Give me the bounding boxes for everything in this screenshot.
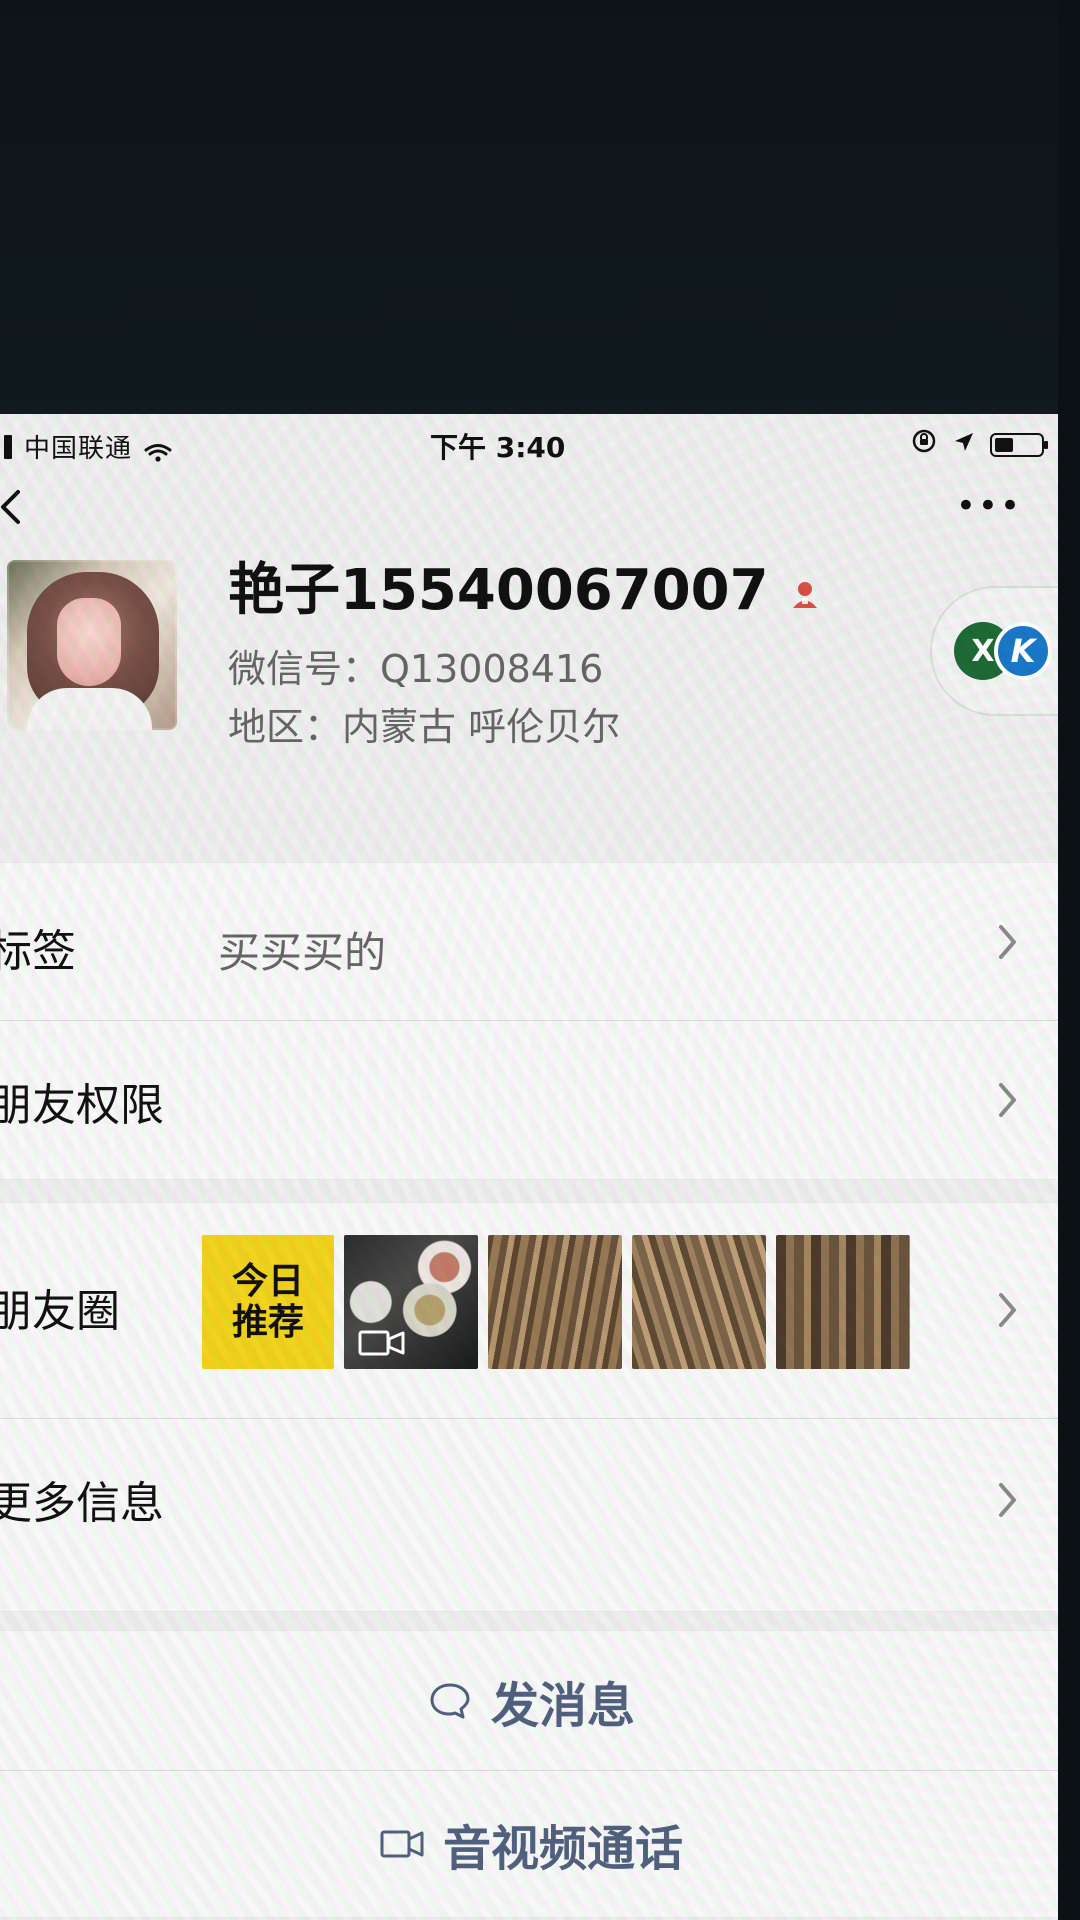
chat-bubble-icon: [427, 1678, 473, 1724]
time-label: 下午 3:40: [430, 431, 566, 464]
more-options-icon[interactable]: •••: [956, 486, 1022, 526]
wifi-icon: [144, 437, 172, 462]
avatar-face: [57, 598, 121, 686]
food-video-thumbnail[interactable]: [344, 1235, 478, 1369]
wood-pile-thumbnail-3[interactable]: [776, 1235, 910, 1369]
tags-row[interactable]: 标签 买买买的: [0, 863, 1062, 1021]
device-bezel-right: [1058, 0, 1080, 1920]
friend-permissions-label: 朋友权限: [0, 1080, 164, 1131]
signal-icon: [4, 434, 12, 459]
actions-card: 发消息 音视频通话: [0, 1630, 1062, 1918]
chevron-right-icon: [996, 1079, 1020, 1121]
chevron-right-icon: [996, 1289, 1020, 1331]
friend-permissions-row[interactable]: 朋友权限: [0, 1021, 1062, 1179]
more-info-row[interactable]: 更多信息: [0, 1419, 1062, 1611]
name-row: 艳子15540067007: [228, 560, 821, 622]
display-name: 艳子15540067007: [228, 558, 769, 623]
video-call-icon: [379, 1821, 425, 1867]
more-info-label: 更多信息: [0, 1478, 164, 1529]
tags-label: 标签: [0, 926, 76, 977]
location-arrow-icon: [952, 428, 976, 461]
moments-card: 朋友圈 今日 推荐 更多信息: [0, 1202, 1062, 1612]
chevron-right-icon: [996, 921, 1020, 963]
tags-value: 买买买的: [218, 928, 387, 977]
status-bar: 中国联通 下午 3:40: [0, 414, 1062, 472]
wechat-id: 微信号：Q13008416: [228, 647, 604, 691]
badge-k-icon: K: [994, 622, 1052, 680]
navigation-bar: •••: [0, 472, 1062, 560]
send-message-label: 发消息: [490, 1677, 635, 1734]
wood-pile-thumbnail-1[interactable]: [488, 1235, 622, 1369]
carrier-label: 中国联通: [24, 434, 133, 464]
app-badges[interactable]: X K: [930, 586, 1062, 716]
status-left: 中国联通: [4, 428, 172, 465]
orientation-lock-icon: [910, 427, 938, 462]
person-tag-icon: [789, 579, 821, 611]
audio-video-call-button[interactable]: 音视频通话: [0, 1771, 1062, 1917]
moments-thumbnails: 今日 推荐: [202, 1235, 910, 1369]
back-icon[interactable]: [0, 487, 32, 527]
info-card: 标签 买买买的 朋友权限: [0, 862, 1062, 1180]
send-message-button[interactable]: 发消息: [0, 1631, 1062, 1771]
chevron-right-icon: [996, 1479, 1020, 1521]
moments-label: 朋友圈: [0, 1286, 120, 1337]
phone-screen: 中国联通 下午 3:40 ••• 艳子15540067007 微信号：Q1300…: [0, 414, 1062, 1920]
avatar[interactable]: [7, 560, 177, 730]
region: 地区：内蒙古 呼伦贝尔: [228, 705, 621, 749]
audio-video-call-label: 音视频通话: [442, 1821, 683, 1877]
status-right: [910, 427, 1048, 462]
moments-row[interactable]: 朋友圈 今日 推荐: [0, 1203, 1062, 1419]
profile-section: 艳子15540067007 微信号：Q13008416 地区：内蒙古 呼伦贝尔 …: [0, 560, 1062, 790]
avatar-shirt: [27, 688, 152, 730]
wood-pile-thumbnail-2[interactable]: [632, 1235, 766, 1369]
battery-icon: [990, 432, 1048, 457]
today-recommend-thumbnail[interactable]: 今日 推荐: [202, 1235, 334, 1369]
video-icon: [358, 1329, 408, 1357]
device-bezel-top: [0, 0, 1080, 420]
